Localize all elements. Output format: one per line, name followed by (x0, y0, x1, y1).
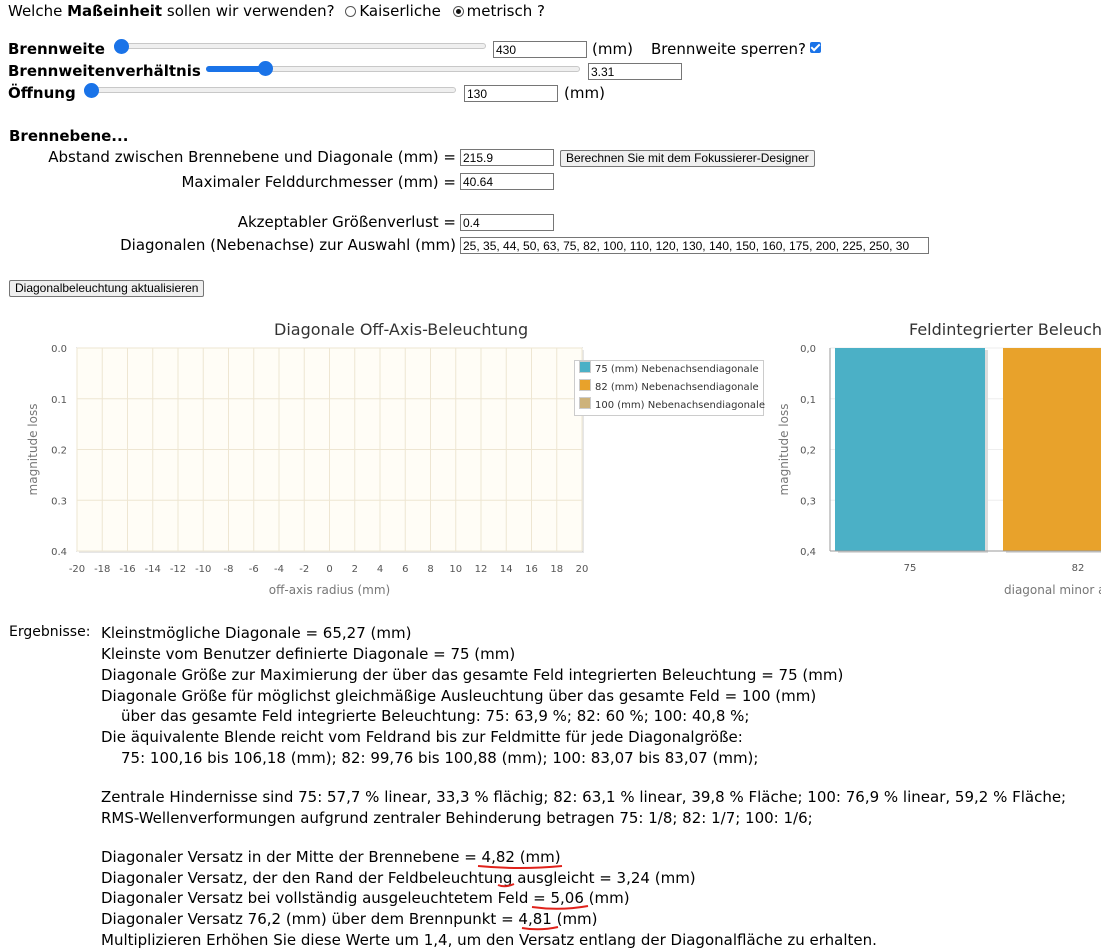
result-line-7: 75: 100,16 bis 106,18 (mm); 82: 99,76 bi… (121, 749, 759, 767)
x-tick-label: 20 (576, 564, 589, 575)
result-line-14: Multiplizieren Erhöhen Sie diese Werte u… (101, 931, 877, 949)
chart1-legend: 75 (mm) Nebenachsendiagonale 82 (mm) Neb… (574, 360, 765, 416)
x-tick-label: 10 (449, 564, 462, 575)
radio-imperial-icon[interactable] (345, 6, 357, 17)
x-tick-label: 75 (904, 563, 917, 574)
result-line-10: Diagonaler Versatz in der Mitte der Bren… (101, 848, 561, 866)
aperture-label: Öffnung (8, 84, 76, 102)
focal-slider-thumb[interactable] (114, 39, 129, 54)
aperture-unit: (mm) (564, 84, 605, 102)
lock-checkbox[interactable] (810, 42, 821, 53)
result-line-8: Zentrale Hindernisse sind 75: 57,7 % lin… (101, 788, 1067, 806)
ratio-slider-thumb[interactable] (258, 61, 273, 76)
legend-item-75[interactable]: 75 (mm) Nebenachsendiagonale (575, 361, 763, 379)
x-tick-label: 2 (352, 564, 358, 575)
result-line-13: Diagonaler Versatz 76,2 (mm) über dem Br… (101, 910, 598, 928)
y-axis-label: magnitude loss (26, 404, 40, 496)
focal-plane-heading: Brennebene... (9, 127, 129, 145)
calc-focuser-button[interactable]: Berechnen Sie mit dem Fokussierer-Design… (560, 150, 815, 167)
x-tick-label: 0 (326, 564, 332, 575)
distance-input[interactable]: 215.9 (460, 149, 554, 166)
y-tick-label: 0,3 (800, 496, 816, 507)
y-tick-label: 0.2 (51, 446, 67, 457)
x-tick-label: -4 (274, 564, 284, 575)
bar (1003, 348, 1101, 551)
underline-mark-1 (477, 865, 563, 869)
ratio-label: Brennweitenverhältnis (8, 62, 201, 80)
result-line-6: Die äquivalente Blende reicht vom Feldra… (101, 728, 743, 746)
x-tick-label: -16 (119, 564, 135, 575)
legend-swatch-82 (579, 379, 591, 391)
y-tick-label: 0.3 (51, 496, 67, 507)
choices-label: Diagonalen (Nebenachse) zur Auswahl (mm) (120, 236, 456, 254)
x-tick-label: -10 (195, 564, 211, 575)
max-field-input[interactable]: 40.64 (460, 173, 554, 190)
x-tick-label: 18 (550, 564, 563, 575)
x-tick-label: -6 (249, 564, 259, 575)
aperture-input[interactable]: 130 (464, 85, 558, 102)
x-axis-label: diagonal minor a (1004, 583, 1101, 597)
chart2-svg: 0,0 0,1 0,2 0,3 0,4 magnitude loss 75 82 diagona… (777, 344, 1101, 597)
y-axis-label: magnitude loss (777, 404, 791, 496)
legend-swatch-100 (579, 397, 591, 409)
x-tick-label: -8 (224, 564, 234, 575)
result-line-2: Kleinste vom Benutzer definierte Diagona… (101, 645, 516, 663)
ratio-input[interactable]: 3.31 (588, 63, 682, 80)
result-line-3: Diagonale Größe zur Maximierung der über… (101, 666, 844, 684)
x-tick-label: 6 (402, 564, 408, 575)
y-tick-label: 0,4 (800, 547, 816, 558)
results-label: Ergebnisse: (9, 624, 91, 640)
x-tick-label: -20 (69, 564, 85, 575)
result-line-9: RMS-Wellenverformungen aufgrund zentrale… (101, 809, 813, 827)
aperture-slider-thumb[interactable] (84, 83, 99, 98)
x-axis-label: off-axis radius (mm) (269, 583, 390, 597)
y-tick-label: 0.1 (51, 395, 67, 406)
y-tick-label: 0.4 (51, 547, 67, 558)
result-line-5: über das gesamte Feld integrierte Beleuc… (121, 707, 750, 725)
x-tick-label: -2 (299, 564, 309, 575)
focal-slider-track[interactable] (114, 43, 486, 49)
legend-item-100[interactable]: 100 (mm) Nebenachsendiagonale (575, 397, 765, 415)
legend-item-82[interactable]: 82 (mm) Nebenachsendiagonale (575, 379, 763, 397)
x-tick-label: 82 (1072, 563, 1085, 574)
result-line-1: Kleinstmögliche Diagonale = 65,27 (mm) (101, 624, 412, 642)
units-question: Welche Maßeinheit sollen wir verwenden? … (8, 2, 545, 20)
x-tick-label: 8 (427, 564, 433, 575)
x-tick-label: 4 (377, 564, 383, 575)
x-tick-label: 14 (500, 564, 513, 575)
focal-label: Brennweite (8, 40, 105, 58)
loss-label: Akzeptabler Größenverlust = (237, 213, 456, 231)
x-tick-label: -12 (170, 564, 186, 575)
result-line-11: Diagonaler Versatz, der den Rand der Fel… (101, 869, 696, 887)
radio-metric-icon[interactable] (452, 6, 464, 17)
bar (835, 348, 985, 551)
radio-imperial[interactable]: Kaiserliche (345, 2, 441, 20)
result-line-12: Diagonaler Versatz bei vollständig ausge… (101, 889, 630, 907)
radio-metric[interactable]: metrisch (452, 2, 532, 20)
x-tick-label: 16 (525, 564, 538, 575)
legend-swatch-75 (579, 361, 591, 373)
y-tick-label: 0.0 (51, 344, 67, 355)
max-field-label: Maximaler Felddurchmesser (mm) = (181, 173, 456, 191)
loss-input[interactable]: 0.4 (460, 214, 554, 231)
result-line-4: Diagonale Größe für möglichst gleichmäßi… (101, 687, 817, 705)
lock-label: Brennweite sperren? (651, 40, 806, 58)
update-illumination-button[interactable]: Diagonalbeleuchtung aktualisieren (9, 280, 205, 297)
focal-unit: (mm) (592, 40, 633, 58)
choices-input[interactable]: 25, 35, 44, 50, 63, 75, 82, 100, 110, 12… (460, 237, 929, 254)
x-tick-label: -18 (94, 564, 110, 575)
x-tick-label: -14 (145, 564, 161, 575)
units-question-bold: Maßeinheit (67, 2, 163, 20)
y-tick-label: 0,0 (800, 344, 816, 355)
x-tick-label: 12 (475, 564, 488, 575)
focal-input[interactable]: 430 (493, 41, 587, 58)
distance-label: Abstand zwischen Brennebene und Diagonal… (48, 148, 456, 166)
ratio-slider-fill (206, 66, 266, 72)
aperture-slider-track[interactable] (84, 87, 456, 93)
y-tick-label: 0,1 (800, 395, 816, 406)
y-tick-label: 0,2 (800, 446, 816, 457)
